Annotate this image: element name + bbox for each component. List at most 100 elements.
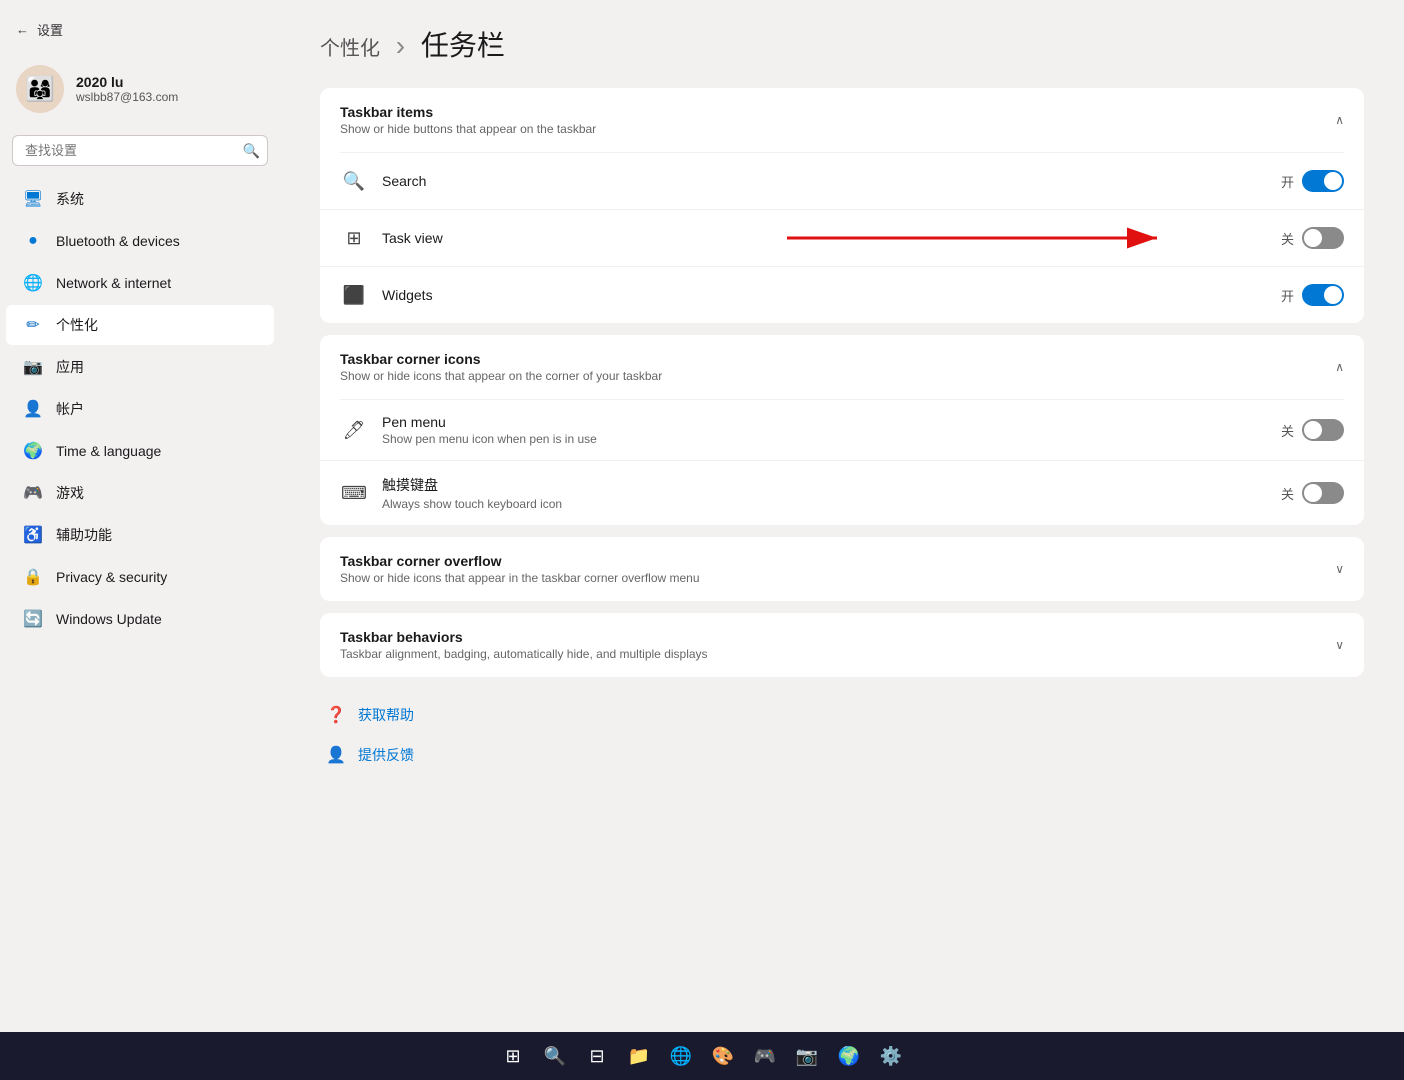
sidebar-item-apps[interactable]: 📷 应用	[6, 347, 274, 387]
search-toggle[interactable]	[1302, 170, 1344, 192]
widgets-icon: ⬛	[340, 281, 368, 309]
search-input[interactable]	[12, 135, 268, 166]
pen-menu-row: 🖊 Pen menu Show pen menu icon when pen i…	[320, 400, 1364, 461]
back-button[interactable]: ← 设置	[0, 12, 280, 47]
taskbar-search[interactable]: 🔍	[537, 1038, 573, 1074]
task-view-setting-info: Task view	[382, 230, 818, 246]
sidebar-item-label: 游戏	[56, 483, 84, 503]
privacy-icon: 🔒	[22, 566, 44, 588]
sidebar-item-label: Time & language	[56, 443, 161, 459]
accounts-icon: 👤	[22, 398, 44, 420]
expand-icon: ∨	[1335, 638, 1344, 652]
expand-icon: ∨	[1335, 562, 1344, 576]
widgets-toggle-label: 开	[1281, 286, 1294, 305]
touch-keyboard-toggle[interactable]	[1302, 482, 1344, 504]
task-view-toggle[interactable]	[1302, 227, 1344, 249]
search-box: 🔍	[12, 135, 268, 166]
network-icon: 🌐	[22, 272, 44, 294]
sidebar-item-label: Windows Update	[56, 611, 162, 627]
toggle-thumb	[1304, 484, 1322, 502]
search-toggle-label: 开	[1281, 172, 1294, 191]
section-subtitle: Show or hide buttons that appear on the …	[340, 122, 596, 136]
taskbar-items-section: Taskbar items Show or hide buttons that …	[320, 88, 1364, 323]
taskbar-explorer[interactable]: 📁	[621, 1038, 657, 1074]
toggle-thumb	[1324, 172, 1342, 190]
widgets-toggle[interactable]	[1302, 284, 1344, 306]
feedback-label: 提供反馈	[358, 745, 414, 765]
user-email: wslbb87@163.com	[76, 90, 178, 104]
page-title: 任务栏	[421, 30, 505, 61]
taskbar-items-header[interactable]: Taskbar items Show or hide buttons that …	[320, 88, 1364, 152]
section-subtitle: Taskbar alignment, badging, automaticall…	[340, 647, 708, 661]
task-view-setting-name: Task view	[382, 230, 818, 246]
taskbar-task-view[interactable]: ⊟	[579, 1038, 615, 1074]
sidebar-item-time[interactable]: 🌍 Time & language	[6, 431, 274, 471]
touch-keyboard-name: 触摸键盘	[382, 475, 1267, 495]
task-view-setting-row: ⊞ Task view 关	[320, 210, 1364, 267]
search-icon: 🔍	[243, 142, 260, 159]
sidebar-item-bluetooth[interactable]: ● Bluetooth & devices	[6, 221, 274, 261]
gaming-icon: 🎮	[22, 482, 44, 504]
pen-icon: 🖊	[340, 416, 368, 444]
collapse-icon: ∧	[1335, 113, 1344, 127]
corner-icons-section: Taskbar corner icons Show or hide icons …	[320, 335, 1364, 525]
taskbar-gaming[interactable]: 🎮	[747, 1038, 783, 1074]
sidebar-item-gaming[interactable]: 🎮 游戏	[6, 473, 274, 513]
apps-icon: 📷	[22, 356, 44, 378]
sidebar-item-label: Privacy & security	[56, 569, 167, 585]
time-icon: 🌍	[22, 440, 44, 462]
user-info: 2020 lu wslbb87@163.com	[76, 74, 178, 104]
feedback-icon: 👤	[324, 743, 348, 767]
toggle-thumb	[1304, 229, 1322, 247]
sidebar-item-label: 系统	[56, 189, 84, 209]
breadcrumb-separator: ›	[396, 30, 405, 61]
taskbar-earth[interactable]: 🌍	[831, 1038, 867, 1074]
widgets-setting-name: Widgets	[382, 287, 1267, 303]
touch-keyboard-row: ⌨ 触摸键盘 Always show touch keyboard icon 关	[320, 461, 1364, 525]
search-setting-name: Search	[382, 173, 1267, 189]
section-title: Taskbar corner overflow	[340, 553, 700, 569]
taskbar: ⊞ 🔍 ⊟ 📁 🌐 🎨 🎮 📷 🌍 ⚙️	[0, 1032, 1404, 1080]
touch-keyboard-toggle-area: 关	[1281, 482, 1344, 504]
sidebar-item-privacy[interactable]: 🔒 Privacy & security	[6, 557, 274, 597]
personalization-icon: ✏	[22, 314, 44, 336]
taskbar-camera[interactable]: 📷	[789, 1038, 825, 1074]
widgets-setting-info: Widgets	[382, 287, 1267, 303]
sidebar-item-accounts[interactable]: 👤 帐户	[6, 389, 274, 429]
pen-menu-name: Pen menu	[382, 414, 1267, 430]
sidebar-item-label: Network & internet	[56, 275, 171, 291]
corner-icons-header[interactable]: Taskbar corner icons Show or hide icons …	[320, 335, 1364, 399]
taskbar-settings[interactable]: ⚙️	[873, 1038, 909, 1074]
section-title: Taskbar corner icons	[340, 351, 662, 367]
feedback-link[interactable]: 👤 提供反馈	[320, 737, 1364, 773]
page-header: 个性化 › 任务栏	[320, 24, 1364, 64]
breadcrumb-parent: 个性化	[320, 38, 380, 60]
sidebar-item-label: 个性化	[56, 315, 98, 335]
search-setting-row: 🔍 Search 开	[320, 153, 1364, 210]
sidebar: ← 设置 👨‍👩‍👧 2020 lu wslbb87@163.com 🔍 🖥 系…	[0, 0, 280, 1032]
task-view-toggle-area: 关	[1281, 227, 1344, 249]
collapse-icon: ∧	[1335, 360, 1344, 374]
main-content: 个性化 › 任务栏 Taskbar items Show or hide but…	[280, 0, 1404, 1032]
corner-overflow-header[interactable]: Taskbar corner overflow Show or hide ico…	[320, 537, 1364, 601]
behaviors-header[interactable]: Taskbar behaviors Taskbar alignment, bad…	[320, 613, 1364, 677]
taskbar-edge[interactable]: 🌐	[663, 1038, 699, 1074]
back-arrow-icon: ←	[16, 22, 29, 37]
section-title: Taskbar behaviors	[340, 629, 708, 645]
start-button[interactable]: ⊞	[495, 1038, 531, 1074]
keyboard-icon: ⌨	[340, 479, 368, 507]
sidebar-item-system[interactable]: 🖥 系统	[6, 179, 274, 219]
help-link[interactable]: ❓ 获取帮助	[320, 697, 1364, 733]
pen-menu-toggle[interactable]	[1302, 419, 1344, 441]
section-subtitle: Show or hide icons that appear on the co…	[340, 369, 662, 383]
taskbar-paint[interactable]: 🎨	[705, 1038, 741, 1074]
sidebar-item-network[interactable]: 🌐 Network & internet	[6, 263, 274, 303]
sidebar-item-personalization[interactable]: ✏ 个性化	[6, 305, 274, 345]
sidebar-item-windows-update[interactable]: 🔄 Windows Update	[6, 599, 274, 639]
corner-overflow-section: Taskbar corner overflow Show or hide ico…	[320, 537, 1364, 601]
pen-menu-toggle-area: 关	[1281, 419, 1344, 441]
avatar-emoji: 👨‍👩‍👧	[25, 75, 55, 104]
sidebar-item-label: Bluetooth & devices	[56, 233, 180, 249]
sidebar-item-accessibility[interactable]: ♿ 辅助功能	[6, 515, 274, 555]
behaviors-section: Taskbar behaviors Taskbar alignment, bad…	[320, 613, 1364, 677]
